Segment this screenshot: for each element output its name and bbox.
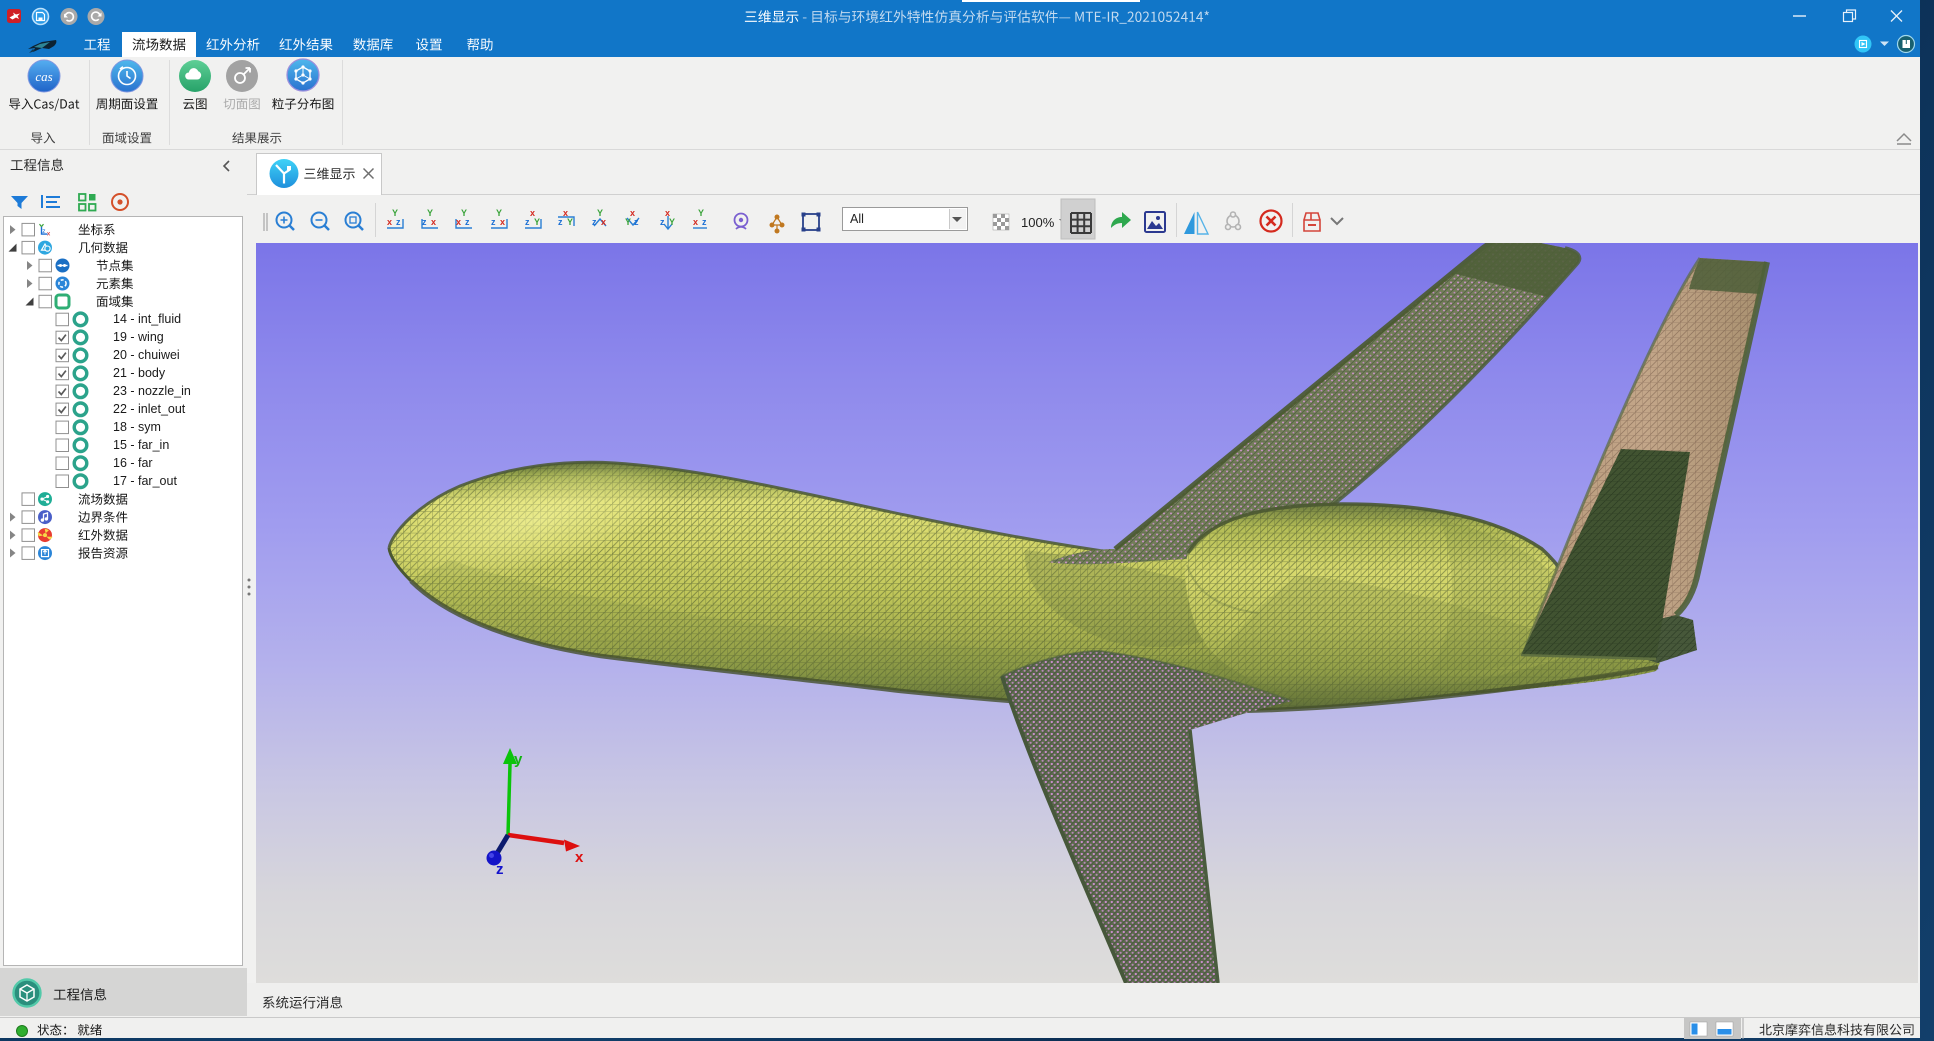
svg-text:Y: Y <box>625 217 631 227</box>
svg-text:z: z <box>660 217 665 227</box>
svg-text:100%: 100% <box>1021 215 1055 230</box>
svg-text:x: x <box>387 217 392 227</box>
svg-text:z: z <box>634 217 639 227</box>
svg-text:Y: Y <box>461 208 467 218</box>
svg-text:x: x <box>500 217 505 227</box>
svg-text:y: y <box>514 751 523 768</box>
svg-text:x: x <box>693 217 698 227</box>
svg-text:z: z <box>491 217 496 227</box>
svg-text:x: x <box>575 849 584 866</box>
svg-text:x: x <box>456 217 461 227</box>
svg-text:Y: Y <box>669 217 675 227</box>
svg-text:x: x <box>530 208 535 218</box>
svg-text:z: z <box>42 228 45 235</box>
svg-text:Y: Y <box>597 208 603 218</box>
svg-text:x: x <box>431 217 436 227</box>
svg-text:z: z <box>592 217 597 227</box>
svg-text:x: x <box>563 208 568 218</box>
svg-text:z: z <box>525 217 530 227</box>
svg-text:Y: Y <box>392 208 398 218</box>
svg-text:Y: Y <box>496 208 502 218</box>
svg-text:x: x <box>601 217 606 227</box>
svg-text:cas: cas <box>35 69 52 84</box>
svg-text:Y: Y <box>567 217 573 227</box>
svg-text:Y: Y <box>427 208 433 218</box>
svg-text:x: x <box>665 208 670 218</box>
svg-text:z: z <box>558 217 563 227</box>
svg-text:z: z <box>702 217 707 227</box>
svg-text:x: x <box>630 208 635 218</box>
svg-text:Y: Y <box>698 208 704 218</box>
svg-text:z: z <box>422 217 427 227</box>
svg-text:z: z <box>496 861 504 878</box>
svg-text:x: x <box>47 231 51 238</box>
svg-text:z: z <box>396 217 401 227</box>
svg-text:Y: Y <box>534 217 540 227</box>
svg-text:z: z <box>465 217 470 227</box>
